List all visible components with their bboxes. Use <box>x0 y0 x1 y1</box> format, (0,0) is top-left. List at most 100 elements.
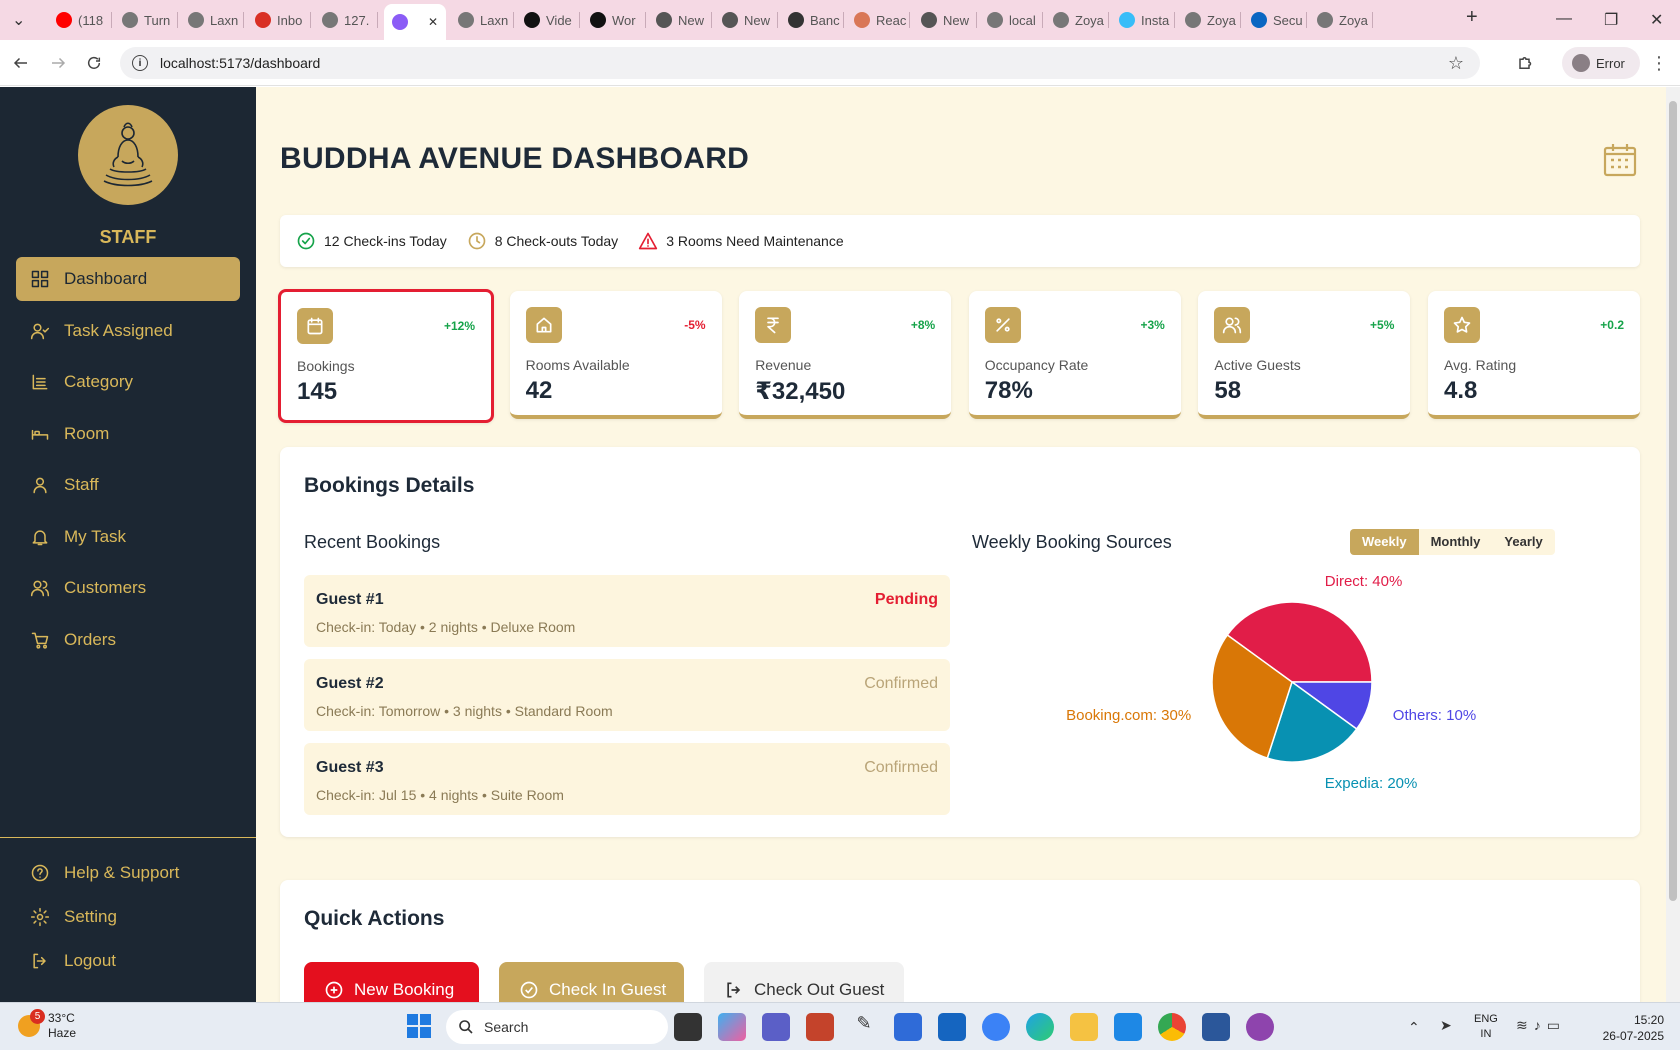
check-in-guest-button[interactable]: Check In Guest <box>499 962 684 1002</box>
sidebar-item-staff[interactable]: Staff <box>16 463 240 507</box>
stat-card-revenue[interactable]: +8% Revenue ₹32,450 <box>739 291 952 419</box>
browser-tab[interactable]: Inbo <box>247 7 311 33</box>
language-indicator[interactable]: ENG IN <box>1474 1012 1498 1042</box>
task-view-icon[interactable] <box>674 1013 702 1041</box>
new-tab-plus-icon[interactable]: + <box>1466 6 1478 29</box>
page-scrollbar[interactable] <box>1666 87 1680 1002</box>
browser-tab[interactable]: Reac <box>846 7 910 33</box>
browser-tab[interactable]: 127. <box>314 7 378 33</box>
sidebar-item-room[interactable]: Room <box>16 412 240 456</box>
period-yearly-button[interactable]: Yearly <box>1492 529 1554 555</box>
address-bar[interactable]: i localhost:5173/dashboard ☆ <box>120 47 1480 79</box>
browser-tab[interactable]: Turn <box>114 7 178 33</box>
pen-icon[interactable]: ✎ <box>850 1013 878 1041</box>
stat-card-bookings[interactable]: +12% Bookings 145 <box>278 289 494 423</box>
back-arrow-icon[interactable] <box>10 52 32 74</box>
browser-tab[interactable]: Insta <box>1111 7 1175 33</box>
period-weekly-button[interactable]: Weekly <box>1350 529 1419 555</box>
sidebar-item-customers[interactable]: Customers <box>16 566 240 610</box>
azure-icon[interactable] <box>894 1013 922 1041</box>
stat-card-avg-rating[interactable]: +0.2 Avg. Rating 4.8 <box>1428 291 1640 419</box>
sidebar-item-my-task[interactable]: My Task <box>16 515 240 559</box>
taskbar-search-placeholder: Search <box>484 1019 529 1035</box>
page-title: BUDDHA AVENUE DASHBOARD <box>280 142 750 175</box>
sidebar-item-task-assigned[interactable]: Task Assigned <box>16 309 240 353</box>
profile-button[interactable]: Error <box>1562 47 1640 79</box>
close-tab-icon[interactable]: ✕ <box>428 15 438 29</box>
browser-tab[interactable]: Laxn <box>180 7 244 33</box>
browser-tab[interactable]: New <box>714 7 778 33</box>
booking-list-item[interactable]: Guest #1 Check-in: Today • 2 nights • De… <box>304 575 950 647</box>
forward-arrow-icon[interactable] <box>47 52 69 74</box>
calendar-grid-icon[interactable] <box>1602 142 1642 182</box>
booking-guest-name: Guest #3 <box>316 759 384 776</box>
sidebar-item-category[interactable]: Category <box>16 360 240 404</box>
tab-search-chevron-icon[interactable]: ⌄ <box>12 10 25 30</box>
browser-tab[interactable]: Laxn <box>450 7 514 33</box>
bookmark-star-icon[interactable]: ☆ <box>1448 53 1464 74</box>
sidebar-divider <box>0 837 256 838</box>
wifi-volume-battery-icon[interactable]: ≋♪▭ <box>1516 1017 1566 1034</box>
browser-tab[interactable]: Secu <box>1243 7 1307 33</box>
pie-label-others: Others: 10% <box>1393 707 1476 724</box>
file-explorer-icon[interactable] <box>1070 1013 1098 1041</box>
period-monthly-button[interactable]: Monthly <box>1419 529 1493 555</box>
taskbar-search[interactable]: Search <box>446 1010 668 1044</box>
booking-list-item[interactable]: Guest #3 Check-in: Jul 15 • 4 nights • S… <box>304 743 950 815</box>
sidebar-item-orders[interactable]: Orders <box>16 618 240 662</box>
stat-value: 4.8 <box>1444 377 1478 404</box>
tray-overflow-chevron-icon[interactable]: ⌃ <box>1408 1019 1420 1036</box>
weather-widget[interactable]: 5 33°C Haze <box>18 1009 76 1041</box>
browser-tab[interactable]: Wor <box>582 7 646 33</box>
main-content: BUDDHA AVENUE DASHBOARD 12 Check-ins Tod… <box>256 87 1666 1002</box>
outlook-icon[interactable] <box>938 1013 966 1041</box>
copilot-icon[interactable] <box>718 1013 746 1041</box>
browser-tab-label: New <box>678 12 705 28</box>
vscode-icon[interactable] <box>1114 1013 1142 1041</box>
browser-tab[interactable]: Banc <box>780 7 844 33</box>
browser-tab[interactable]: Zoya <box>1045 7 1109 33</box>
restore-window-icon[interactable]: ❐ <box>1604 10 1618 30</box>
check-out-guest-button[interactable]: Check Out Guest <box>704 962 904 1002</box>
user-icon <box>33 477 47 494</box>
extensions-puzzle-icon[interactable] <box>1515 52 1537 74</box>
teams-icon[interactable] <box>762 1013 790 1041</box>
location-arrow-icon[interactable]: ➤ <box>1440 1017 1452 1034</box>
linkedin-icon <box>1251 12 1267 28</box>
reload-icon[interactable] <box>83 52 105 74</box>
sidebar-item-logout[interactable]: Logout <box>16 939 240 983</box>
booking-list-item[interactable]: Guest #2 Check-in: Tomorrow • 3 nights •… <box>304 659 950 731</box>
new-booking-button[interactable]: New Booking <box>304 962 479 1002</box>
edge-icon[interactable] <box>1026 1013 1054 1041</box>
github-desktop-icon[interactable] <box>1246 1013 1274 1041</box>
sidebar-item-dashboard[interactable]: Dashboard <box>16 257 240 301</box>
browser-tab[interactable]: New <box>648 7 712 33</box>
sync-icon[interactable] <box>982 1013 1010 1041</box>
browser-tab[interactable]: Vide <box>516 7 580 33</box>
windows-start-icon[interactable] <box>406 1013 434 1041</box>
stat-card-rooms-available[interactable]: -5% Rooms Available 42 <box>509 291 722 419</box>
browser-tab[interactable]: local <box>979 7 1043 33</box>
browser-tab[interactable]: Zoya <box>1177 7 1241 33</box>
sidebar-item-label: Room <box>64 423 110 443</box>
sidebar-item-label: Dashboard <box>64 269 148 288</box>
clock[interactable]: 15:20 26-07-2025 <box>1592 1012 1664 1044</box>
alert-text: 12 Check-ins Today <box>324 233 447 249</box>
word-icon[interactable] <box>1202 1013 1230 1041</box>
close-window-icon[interactable]: ✕ <box>1650 10 1663 30</box>
sidebar-item-help-support[interactable]: Help & Support <box>16 851 240 895</box>
powerpoint-icon[interactable] <box>806 1013 834 1041</box>
chrome-icon[interactable] <box>1158 1013 1186 1041</box>
site-info-icon[interactable]: i <box>132 55 148 71</box>
browser-tab[interactable]: (118 <box>48 7 112 33</box>
minimize-window-icon[interactable]: — <box>1556 10 1572 28</box>
sidebar-item-setting[interactable]: Setting <box>16 895 240 939</box>
browser-menu-icon[interactable]: ⋮ <box>1648 52 1670 74</box>
stat-card-occupancy-rate[interactable]: +3% Occupancy Rate 78% <box>968 291 1181 419</box>
scrollbar-thumb[interactable] <box>1669 101 1677 901</box>
browser-tab[interactable]: Zoya <box>1309 7 1373 33</box>
browser-tab[interactable]: New <box>913 7 977 33</box>
tab-separator <box>111 12 112 28</box>
stat-card-active-guests[interactable]: +5% Active Guests 58 <box>1198 291 1411 419</box>
browser-tab[interactable]: ✕ <box>384 4 446 40</box>
